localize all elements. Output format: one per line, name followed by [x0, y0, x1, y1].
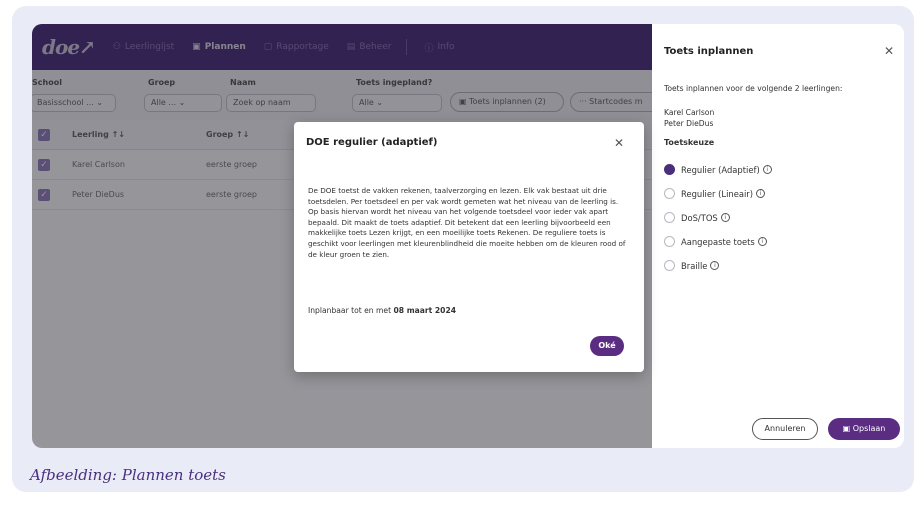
dialog-body: De DOE toetst de vakken rekenen, taalver…: [308, 186, 626, 259]
save-label: Opslaan: [852, 424, 886, 433]
option-label: Aangepaste toets: [681, 236, 755, 247]
radio-unselected[interactable]: [664, 188, 675, 199]
close-icon[interactable]: ✕: [614, 136, 624, 150]
radio-selected[interactable]: [664, 164, 675, 175]
info-icon[interactable]: i: [762, 165, 772, 174]
close-icon[interactable]: ✕: [884, 44, 894, 58]
info-icon[interactable]: i: [756, 189, 766, 198]
selected-student: Peter DieDus: [664, 119, 714, 128]
app-screenshot: doe↗ ⚇ Leerlingljst ▣ Plannen ▢ Rapporta…: [32, 24, 904, 448]
option-regulier-adaptief[interactable]: Regulier (Adaptief) i: [664, 164, 772, 175]
option-aangepaste-toets[interactable]: Aangepaste toets i: [664, 236, 767, 247]
info-dialog: DOE regulier (adaptief) ✕ De DOE toetst …: [294, 122, 644, 372]
radio-unselected[interactable]: [664, 212, 675, 223]
option-label: Regulier (Adaptief): [681, 164, 760, 175]
save-icon: ▣: [842, 424, 853, 433]
ok-button[interactable]: Oké: [590, 336, 624, 356]
test-choice-label: Toetskeuze: [664, 138, 715, 147]
save-button[interactable]: ▣ Opslaan: [828, 418, 900, 440]
deadline-prefix: Inplanbaar tot en met: [308, 306, 394, 315]
option-label: Regulier (Lineair): [681, 188, 754, 199]
selected-student: Karel Carlson: [664, 108, 715, 117]
radio-unselected[interactable]: [664, 236, 675, 247]
option-dos-tos[interactable]: DoS/TOS i: [664, 212, 730, 223]
panel-intro: Toets inplannen voor de volgende 2 leerl…: [664, 84, 843, 93]
option-label: Braille: [681, 260, 708, 271]
cancel-button[interactable]: Annuleren: [752, 418, 818, 440]
dialog-title: DOE regulier (adaptief): [306, 137, 438, 148]
info-icon[interactable]: i: [720, 213, 730, 222]
panel-title: Toets inplannen: [664, 46, 754, 57]
info-icon[interactable]: i: [757, 237, 767, 246]
dialog-deadline: Inplanbaar tot en met 08 maart 2024: [308, 306, 456, 315]
option-regulier-lineair[interactable]: Regulier (Lineair) i: [664, 188, 766, 199]
plan-test-panel: Toets inplannen ✕ Toets inplannen voor d…: [652, 24, 904, 448]
figure-caption: Afbeelding: Plannen toets: [30, 466, 226, 484]
radio-unselected[interactable]: [664, 260, 675, 271]
option-label: DoS/TOS: [681, 212, 718, 223]
deadline-date: 08 maart 2024: [393, 306, 457, 315]
info-icon[interactable]: i: [710, 261, 720, 270]
option-braille[interactable]: Braille i: [664, 260, 720, 271]
